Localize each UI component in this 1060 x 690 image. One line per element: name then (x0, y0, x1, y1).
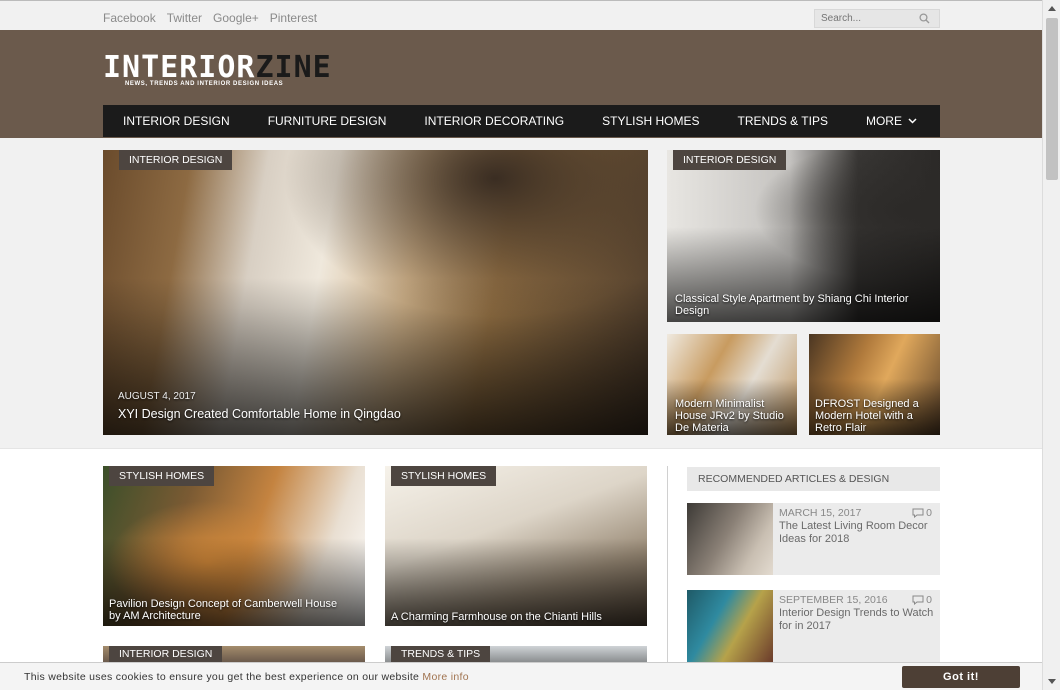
search-box (814, 9, 940, 28)
category-badge[interactable]: STYLISH HOMES (109, 466, 215, 486)
nav-trends-tips[interactable]: TRENDS & TIPS (719, 105, 847, 137)
comment-count[interactable]: 0 (912, 507, 932, 519)
search-input[interactable] (815, 13, 915, 24)
grid-card-4[interactable]: TRENDS & TIPS (385, 646, 647, 662)
search-icon[interactable] (915, 10, 933, 27)
post-date: SEPTEMBER 15, 2016 (779, 594, 888, 606)
post-date: MARCH 15, 2017 (779, 507, 862, 519)
logo-word-zine: ZINE (255, 50, 332, 85)
category-badge[interactable]: INTERIOR DESIGN (109, 646, 223, 662)
nav-label: STYLISH HOMES (602, 114, 700, 128)
nav-interior-decorating[interactable]: INTERIOR DECORATING (405, 105, 583, 137)
cookie-text: This website uses cookies to ensure you … (24, 671, 420, 683)
grid-card-1[interactable]: STYLISH HOMES Pavilion Design Concept of… (103, 466, 365, 626)
grid-card-2[interactable]: STYLISH HOMES A Charming Farmhouse on th… (385, 466, 647, 626)
cookie-message: This website uses cookies to ensure you … (24, 671, 469, 683)
post-title[interactable]: Classical Style Apartment by Shiang Chi … (675, 293, 930, 317)
category-badge[interactable]: STYLISH HOMES (391, 466, 497, 486)
post-title[interactable]: The Latest Living Room Decor Ideas for 2… (779, 520, 934, 546)
recommended-thumbnail[interactable] (687, 590, 773, 662)
grid-card-3[interactable]: INTERIOR DESIGN (103, 646, 365, 662)
top-bar: Facebook Twitter Google+ Pinterest (0, 0, 1042, 30)
post-title[interactable]: A Charming Farmhouse on the Chianti Hill… (391, 611, 641, 623)
recommended-thumbnail[interactable] (687, 503, 773, 575)
nav-more[interactable]: MORE (847, 105, 936, 137)
nav-label: INTERIOR DECORATING (424, 114, 565, 128)
site-logo[interactable]: INTERIORZINE NEWS, TRENDS AND INTERIOR D… (103, 52, 353, 90)
nav-stylish-homes[interactable]: STYLISH HOMES (583, 105, 718, 137)
category-badge[interactable]: INTERIOR DESIGN (119, 150, 233, 170)
post-title[interactable]: Interior Design Trends to Watch for in 2… (779, 607, 934, 633)
nav-furniture-design[interactable]: FURNITURE DESIGN (249, 105, 406, 137)
logo-tagline: NEWS, TRENDS AND INTERIOR DESIGN IDEAS (125, 81, 284, 87)
main-nav: INTERIOR DESIGN FURNITURE DESIGN INTERIO… (103, 105, 940, 137)
social-link-googleplus[interactable]: Google+ (213, 11, 259, 25)
social-link-facebook[interactable]: Facebook (103, 11, 156, 25)
featured-main-card[interactable]: INTERIOR DESIGN AUGUST 4, 2017 XYI Desig… (103, 150, 648, 435)
recommended-heading: RECOMMENDED ARTICLES & DESIGN (687, 467, 940, 491)
category-badge[interactable]: TRENDS & TIPS (391, 646, 491, 662)
scroll-down-arrow-icon[interactable] (1043, 673, 1060, 690)
social-link-twitter[interactable]: Twitter (167, 11, 202, 25)
scroll-up-arrow-icon[interactable] (1043, 0, 1060, 17)
comment-count-value: 0 (926, 507, 932, 519)
cookie-bar: This website uses cookies to ensure you … (0, 662, 1042, 690)
post-title[interactable]: Modern Minimalist House JRv2 by Studio D… (675, 398, 793, 434)
column-divider (667, 466, 668, 666)
scrollbar[interactable] (1042, 0, 1060, 690)
nav-label: FURNITURE DESIGN (267, 114, 387, 128)
comment-icon (912, 595, 924, 605)
cookie-accept-button[interactable]: Got it! (902, 666, 1020, 688)
logo-word-interior: INTERIOR (103, 50, 256, 85)
category-badge[interactable]: INTERIOR DESIGN (673, 150, 787, 170)
featured-small-card-1[interactable]: Modern Minimalist House JRv2 by Studio D… (667, 334, 797, 435)
cookie-more-info-link[interactable]: More info (422, 671, 468, 683)
post-title[interactable]: XYI Design Created Comfortable Home in Q… (118, 408, 618, 421)
social-link-pinterest[interactable]: Pinterest (270, 11, 317, 25)
comment-count-value: 0 (926, 594, 932, 606)
chevron-down-icon (908, 118, 917, 124)
post-date: AUGUST 4, 2017 (118, 391, 196, 402)
recommended-item[interactable]: SEPTEMBER 15, 2016 0 Interior Design Tre… (687, 590, 940, 662)
post-title[interactable]: DFROST Designed a Modern Hotel with a Re… (815, 398, 935, 434)
featured-top-right-card[interactable]: INTERIOR DESIGN Classical Style Apartmen… (667, 150, 940, 322)
nav-label: TRENDS & TIPS (737, 114, 828, 128)
social-links: Facebook Twitter Google+ Pinterest (103, 11, 317, 25)
nav-label: INTERIOR DESIGN (123, 114, 230, 128)
comment-icon (912, 508, 924, 518)
logo-wordmark: INTERIORZINE (103, 52, 332, 84)
comment-count[interactable]: 0 (912, 594, 932, 606)
nav-label: MORE (865, 114, 902, 128)
nav-interior-design[interactable]: INTERIOR DESIGN (103, 105, 249, 137)
scrollbar-thumb[interactable] (1046, 18, 1058, 180)
featured-small-card-2[interactable]: DFROST Designed a Modern Hotel with a Re… (809, 334, 940, 435)
recommended-item[interactable]: MARCH 15, 2017 0 The Latest Living Room … (687, 503, 940, 575)
post-title[interactable]: Pavilion Design Concept of Camberwell Ho… (109, 598, 349, 622)
